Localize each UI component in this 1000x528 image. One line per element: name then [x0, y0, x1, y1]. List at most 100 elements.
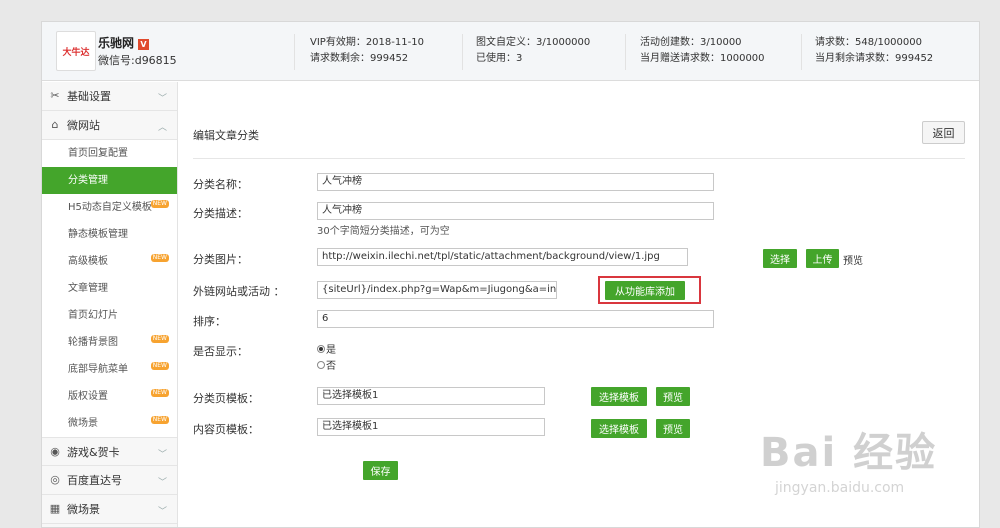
image-url-input[interactable]: http://weixin.ilechi.net/tpl/static/atta…	[317, 248, 688, 266]
sidebar-group-basic[interactable]: ✂ 基础设置 ﹀	[42, 82, 177, 111]
sidebar-item-static-template[interactable]: 静态模板管理	[42, 221, 177, 248]
used-count: 已使用：3	[476, 53, 523, 64]
stat-images: 图文自定义：3/1000000 已使用：3	[476, 35, 590, 67]
content-preview-button[interactable]: 预览	[656, 419, 690, 438]
tools-icon: ✂	[50, 89, 60, 102]
sort-input[interactable]: 6	[317, 310, 714, 328]
new-badge: NEW	[150, 389, 169, 397]
desc-hint: 30个字简短分类描述，可为空	[317, 226, 450, 237]
chevron-up-icon: ︿	[157, 123, 167, 133]
brand-label: 乐驰网	[98, 36, 135, 50]
sidebar-item-label: 静态模板管理	[68, 229, 128, 240]
sidebar-item-bottom-nav[interactable]: 底部导航菜单 NEW	[42, 356, 177, 383]
show-no-radio[interactable]: 否	[317, 357, 336, 372]
header: 大牛达 乐驰网 V 微信号:d96815 VIP有效期：2018-11-10 请求…	[42, 22, 979, 81]
sidebar-item-label: H5动态自定义模板	[68, 202, 152, 213]
sidebar-item-micro-scene[interactable]: 微场景 NEW	[42, 410, 177, 437]
new-badge: NEW	[150, 254, 169, 262]
target-icon: ◎	[50, 473, 60, 486]
sidebar-item-label: 高级模板	[68, 256, 108, 267]
request-count: 请求数：548/1000000	[815, 37, 922, 48]
link-input[interactable]: {siteUrl}/index.php?g=Wap&m=Jiugong&a=in	[317, 281, 557, 299]
verified-badge: V	[138, 39, 150, 50]
sidebar-item-slideshow[interactable]: 首页幻灯片	[42, 302, 177, 329]
new-badge: NEW	[150, 200, 169, 208]
chevron-down-icon: ﹀	[157, 94, 167, 104]
activity-count: 活动创建数：3/10000	[640, 37, 742, 48]
content-tpl-label: 内容页模板：	[193, 423, 259, 436]
content-tpl-input[interactable]: 已选择模板1	[317, 418, 545, 436]
account-logo: 大牛达	[56, 31, 96, 71]
back-button[interactable]: 返回	[922, 121, 965, 144]
gamepad-icon: ◉	[50, 444, 60, 458]
sidebar-item-label: 底部导航菜单	[68, 364, 128, 375]
header-divider	[801, 34, 802, 70]
new-badge: NEW	[150, 416, 169, 424]
desc-label: 分类描述：	[193, 207, 248, 220]
radio-label: 是	[326, 345, 336, 356]
sidebar-group-label: 游戏&贺卡	[67, 445, 120, 459]
upload-image-button[interactable]: 上传	[806, 249, 839, 268]
grid-icon: ▦	[49, 502, 61, 515]
cat-preview-button[interactable]: 预览	[656, 387, 690, 406]
image-text-count: 图文自定义：3/1000000	[476, 37, 591, 48]
sidebar-item-h5-template[interactable]: H5动态自定义模板 NEW	[42, 194, 177, 221]
baidu-watermark-url: jingyan.baidu.com	[775, 480, 905, 496]
sidebar-item-category[interactable]: 分类管理	[42, 167, 177, 194]
cat-tpl-input[interactable]: 已选择模板1	[317, 387, 545, 405]
sidebar-item-label: 文章管理	[68, 283, 108, 294]
sidebar-group-games[interactable]: ◉ 游戏&贺卡 ﹀	[42, 437, 177, 466]
show-label: 是否显示：	[193, 345, 248, 358]
choose-image-button[interactable]: 选择	[763, 249, 797, 268]
chevron-down-icon: ﹀	[157, 507, 167, 517]
page-title: 编辑文章分类	[193, 129, 259, 142]
name-label: 分类名称：	[193, 178, 248, 191]
monthly-gift: 当月赠送请求数：1000000	[640, 53, 765, 64]
radio-label: 否	[326, 361, 336, 372]
cat-choose-template-button[interactable]: 选择模板	[591, 387, 647, 406]
link-label: 外链网站或活动 ：	[193, 285, 285, 298]
radio-checked-icon	[317, 344, 325, 353]
desc-input[interactable]: 人气冲榜	[317, 202, 714, 220]
sidebar-group-baidu[interactable]: ◎ 百度直达号 ﹀	[42, 466, 177, 495]
sidebar-item-label: 微场景	[68, 418, 98, 429]
image-label: 分类图片：	[193, 253, 248, 266]
radio-unchecked-icon	[317, 360, 325, 369]
sidebar-item-articles[interactable]: 文章管理	[42, 275, 177, 302]
name-input[interactable]: 人气冲榜	[317, 173, 714, 191]
show-yes-radio[interactable]: 是	[317, 341, 336, 356]
sidebar-item-label: 首页幻灯片	[68, 310, 118, 321]
sidebar-item-copyright[interactable]: 版权设置 NEW	[42, 383, 177, 410]
vip-expiry: VIP有效期：2018-11-10	[310, 37, 424, 48]
sidebar-item-label: 首页回复配置	[68, 148, 128, 159]
chevron-down-icon: ﹀	[157, 450, 167, 460]
logo-text: 大牛达	[62, 47, 90, 58]
sidebar-group-label: 微场景	[67, 503, 100, 516]
image-preview-link[interactable]: 预览	[843, 252, 863, 267]
baidu-watermark: Bai 经验	[760, 430, 938, 476]
sidebar-item-label: 版权设置	[68, 391, 108, 402]
home-icon: ⌂	[51, 118, 59, 131]
stat-vip: VIP有效期：2018-11-10 请求数剩余：999452	[310, 35, 424, 67]
sidebar-item-home-reply[interactable]: 首页回复配置	[42, 140, 177, 167]
sidebar-item-label: 轮播背景图	[68, 337, 118, 348]
sidebar-group-label: 基础设置	[67, 90, 111, 103]
wechat-id: 微信号:d96815	[98, 54, 177, 67]
monthly-left: 当月剩余请求数：999452	[815, 53, 934, 64]
chevron-down-icon: ﹀	[157, 478, 167, 488]
save-button[interactable]: 保存	[363, 461, 398, 480]
stat-activities: 活动创建数：3/10000 当月赠送请求数：1000000	[640, 35, 765, 67]
sidebar-group-microsite[interactable]: ⌂ 微网站 ︿	[42, 111, 177, 140]
content-choose-template-button[interactable]: 选择模板	[591, 419, 647, 438]
sidebar-group-scene[interactable]: ▦ 微场景 ﹀	[42, 495, 177, 524]
sort-label: 排序：	[193, 315, 226, 328]
new-badge: NEW	[150, 362, 169, 370]
title-divider	[193, 158, 965, 159]
new-badge: NEW	[150, 335, 169, 343]
header-divider	[625, 34, 626, 70]
cat-tpl-label: 分类页模板：	[193, 392, 259, 405]
sidebar-item-carousel-bg[interactable]: 轮播背景图 NEW	[42, 329, 177, 356]
sidebar-item-advanced-template[interactable]: 高级模板 NEW	[42, 248, 177, 275]
sidebar-group-label: 微网站	[67, 119, 100, 132]
sidebar-item-label: 分类管理	[68, 175, 108, 186]
